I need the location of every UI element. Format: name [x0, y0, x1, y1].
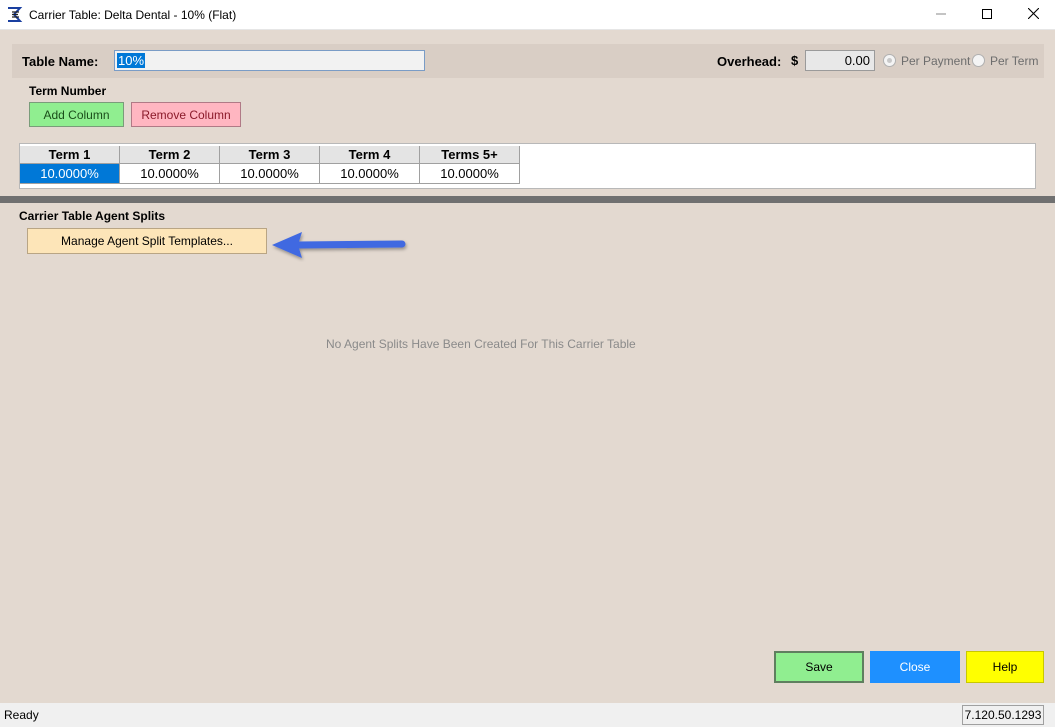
- overhead-field[interactable]: 0.00: [805, 50, 875, 71]
- status-bar: Ready 7.120.50.1293: [0, 703, 1055, 727]
- close-button[interactable]: Close: [870, 651, 960, 683]
- maximize-icon: [982, 8, 992, 22]
- per-term-radio[interactable]: [972, 54, 985, 67]
- table-name-label: Table Name:: [22, 54, 99, 69]
- manage-agent-split-templates-button[interactable]: Manage Agent Split Templates...: [27, 228, 267, 254]
- maximize-button[interactable]: [964, 0, 1010, 30]
- table-name-field[interactable]: 10%: [114, 50, 425, 71]
- grid-column-header[interactable]: Terms 5+: [420, 146, 520, 164]
- version-label: 7.120.50.1293: [962, 705, 1044, 725]
- arrow-left-icon: [270, 228, 410, 265]
- grid-column-header[interactable]: Term 2: [120, 146, 220, 164]
- per-term-label: Per Term: [990, 54, 1039, 68]
- per-payment-radio[interactable]: [883, 54, 896, 67]
- minimize-icon: [936, 8, 946, 22]
- grid-column-header[interactable]: Term 1: [20, 146, 120, 164]
- window-title: Carrier Table: Delta Dental - 10% (Flat): [29, 8, 237, 22]
- add-column-button[interactable]: Add Column: [29, 102, 124, 127]
- per-payment-label: Per Payment: [901, 54, 971, 68]
- save-button[interactable]: Save: [774, 651, 864, 683]
- close-icon: [1027, 7, 1039, 22]
- panel-splitter[interactable]: [0, 196, 1055, 203]
- table-header-bar: Table Name: 10% Overhead: $ 0.00 Per Pay…: [12, 44, 1044, 78]
- agent-splits-label: Carrier Table Agent Splits: [19, 209, 166, 223]
- empty-splits-message: No Agent Splits Have Been Created For Th…: [326, 337, 636, 351]
- grid-cell[interactable]: 10.0000%: [120, 164, 220, 184]
- grid-column-header[interactable]: Term 4: [320, 146, 420, 164]
- sigma-e-icon: [6, 6, 23, 23]
- minimize-button[interactable]: [918, 0, 964, 30]
- grid-column-header[interactable]: Term 3: [220, 146, 320, 164]
- title-bar: Carrier Table: Delta Dental - 10% (Flat): [0, 0, 1055, 30]
- grid-cell[interactable]: 10.0000%: [320, 164, 420, 184]
- status-text: Ready: [4, 708, 39, 722]
- term-number-label: Term Number: [29, 84, 107, 98]
- term-grid: Term 1 Term 2 Term 3 Term 4 Terms 5+ 10.…: [19, 143, 1036, 189]
- grid-cell[interactable]: 10.0000%: [220, 164, 320, 184]
- currency-symbol: $: [791, 53, 799, 68]
- help-button[interactable]: Help: [966, 651, 1044, 683]
- grid-cell[interactable]: 10.0000%: [420, 164, 520, 184]
- close-window-button[interactable]: [1010, 0, 1055, 30]
- grid-cell[interactable]: 10.0000%: [20, 164, 120, 184]
- overhead-label: Overhead:: [717, 54, 782, 69]
- table-name-value: 10%: [117, 53, 146, 68]
- remove-column-button[interactable]: Remove Column: [131, 102, 241, 127]
